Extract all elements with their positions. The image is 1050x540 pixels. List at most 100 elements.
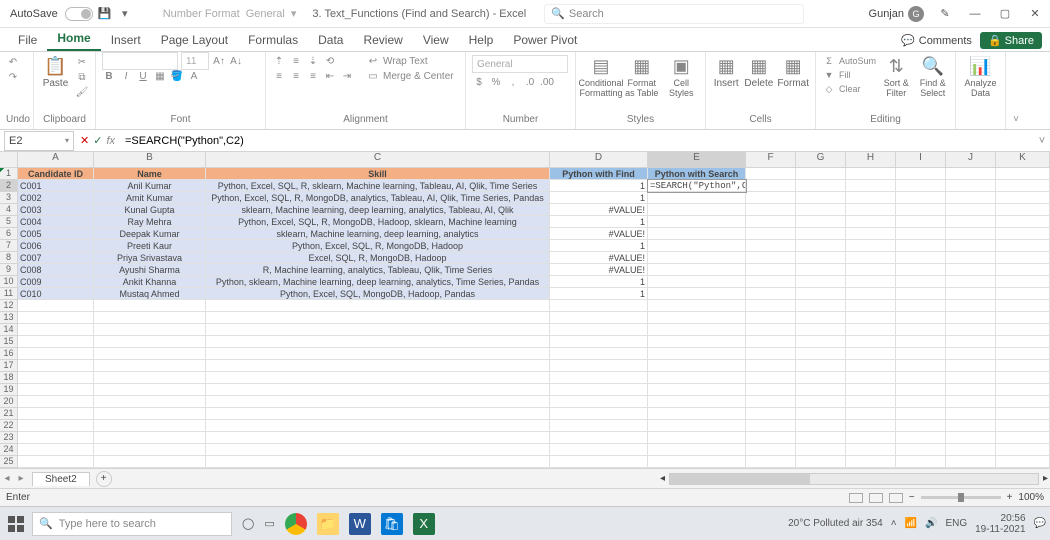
cell[interactable] [550,456,648,468]
cell[interactable] [896,372,946,384]
cell[interactable] [18,384,94,396]
cell[interactable] [796,288,846,300]
cell[interactable] [796,348,846,360]
row-header[interactable]: 10 [0,276,18,288]
find-select-button[interactable]: 🔍Find & Select [917,55,949,98]
tab-insert[interactable]: Insert [101,29,151,51]
cell[interactable] [846,456,896,468]
cell-candidate-id[interactable]: C005 [18,228,94,240]
cell[interactable] [94,396,206,408]
cell[interactable] [846,168,896,180]
hscroll-left-icon[interactable]: ◂ [660,473,665,484]
row-header[interactable]: 25 [0,456,18,468]
cell[interactable] [648,408,746,420]
cell[interactable] [206,456,550,468]
cell[interactable] [846,240,896,252]
cell[interactable] [996,252,1050,264]
cell[interactable] [550,372,648,384]
save-icon[interactable]: 💾 [97,6,113,22]
cell-candidate-id[interactable]: C001 [18,180,94,192]
normal-view-icon[interactable] [849,493,863,503]
cell[interactable] [550,348,648,360]
insert-cells-button[interactable]: ▦Insert [712,55,740,89]
file-explorer-icon[interactable]: 📁 [317,513,339,535]
cell[interactable] [206,396,550,408]
row-header[interactable]: 3 [0,192,18,204]
cell-python-find[interactable]: 1 [550,192,648,204]
cell[interactable] [94,348,206,360]
cell-python-find[interactable]: 1 [550,240,648,252]
cell[interactable] [946,228,996,240]
user-account[interactable]: Gunjan G [869,6,924,22]
row-header[interactable]: 8 [0,252,18,264]
cell[interactable] [94,372,206,384]
comma-icon[interactable]: , [506,75,520,89]
cell-candidate-id[interactable]: C009 [18,276,94,288]
header-skill[interactable]: Skill [206,168,550,180]
bold-icon[interactable]: B [102,69,116,83]
column-header-A[interactable]: A [18,152,94,167]
start-button[interactable] [4,512,28,536]
row-header[interactable]: 11 [0,288,18,300]
cell[interactable] [746,444,796,456]
cell-python-find[interactable]: #VALUE! [550,204,648,216]
tab-formulas[interactable]: Formulas [238,29,308,51]
cell[interactable] [206,432,550,444]
cell[interactable] [996,312,1050,324]
cell[interactable] [94,432,206,444]
cell-python-find[interactable]: 1 [550,276,648,288]
column-header-F[interactable]: F [746,152,796,167]
taskbar-search[interactable]: 🔍Type here to search [32,512,232,536]
cell-python-find[interactable]: 1 [550,288,648,300]
cell[interactable] [746,204,796,216]
cell[interactable] [206,300,550,312]
cell[interactable] [796,372,846,384]
cell[interactable] [946,372,996,384]
column-header-D[interactable]: D [550,152,648,167]
merge-center-button[interactable]: ▭Merge & Center [366,70,454,82]
cell[interactable] [550,420,648,432]
cell[interactable] [946,312,996,324]
cell[interactable] [946,432,996,444]
cell[interactable] [648,228,746,240]
cell[interactable] [648,264,746,276]
cell[interactable] [550,300,648,312]
cell[interactable] [796,360,846,372]
row-header[interactable]: 9 [0,264,18,276]
cell[interactable] [746,264,796,276]
sheet-nav-next-icon[interactable]: ▸ [14,473,28,484]
cell[interactable] [996,456,1050,468]
numberformat-arrow[interactable]: ▾ [291,7,297,20]
cell[interactable] [746,396,796,408]
cell[interactable] [206,372,550,384]
zoom-slider[interactable] [921,496,1001,499]
cell[interactable] [94,360,206,372]
cell[interactable] [846,396,896,408]
worksheet-grid[interactable]: ABCDEFGHIJK 1Candidate IDNameSkillPython… [0,152,1050,468]
cell[interactable] [206,336,550,348]
fill-color-icon[interactable]: 🪣 [170,69,184,83]
cell[interactable] [94,384,206,396]
cell[interactable] [746,276,796,288]
column-header-K[interactable]: K [996,152,1050,167]
cell[interactable] [796,336,846,348]
cortana-icon[interactable]: ◯ [242,517,254,530]
decrease-font-icon[interactable]: A↓ [229,54,243,68]
clear-button[interactable]: ◇Clear [822,83,876,95]
minimize-icon[interactable]: — [966,5,984,23]
column-header-H[interactable]: H [846,152,896,167]
cell-name[interactable]: Amit Kumar [94,192,206,204]
cell[interactable] [796,240,846,252]
row-header[interactable]: 5 [0,216,18,228]
cell[interactable] [996,204,1050,216]
cell[interactable] [648,240,746,252]
page-layout-view-icon[interactable] [869,493,883,503]
cell[interactable] [846,288,896,300]
cell[interactable] [996,348,1050,360]
cell[interactable] [996,216,1050,228]
task-view-icon[interactable]: ▭ [264,517,274,530]
cell[interactable] [18,300,94,312]
cell[interactable] [896,348,946,360]
cell[interactable] [896,204,946,216]
cell[interactable] [648,312,746,324]
